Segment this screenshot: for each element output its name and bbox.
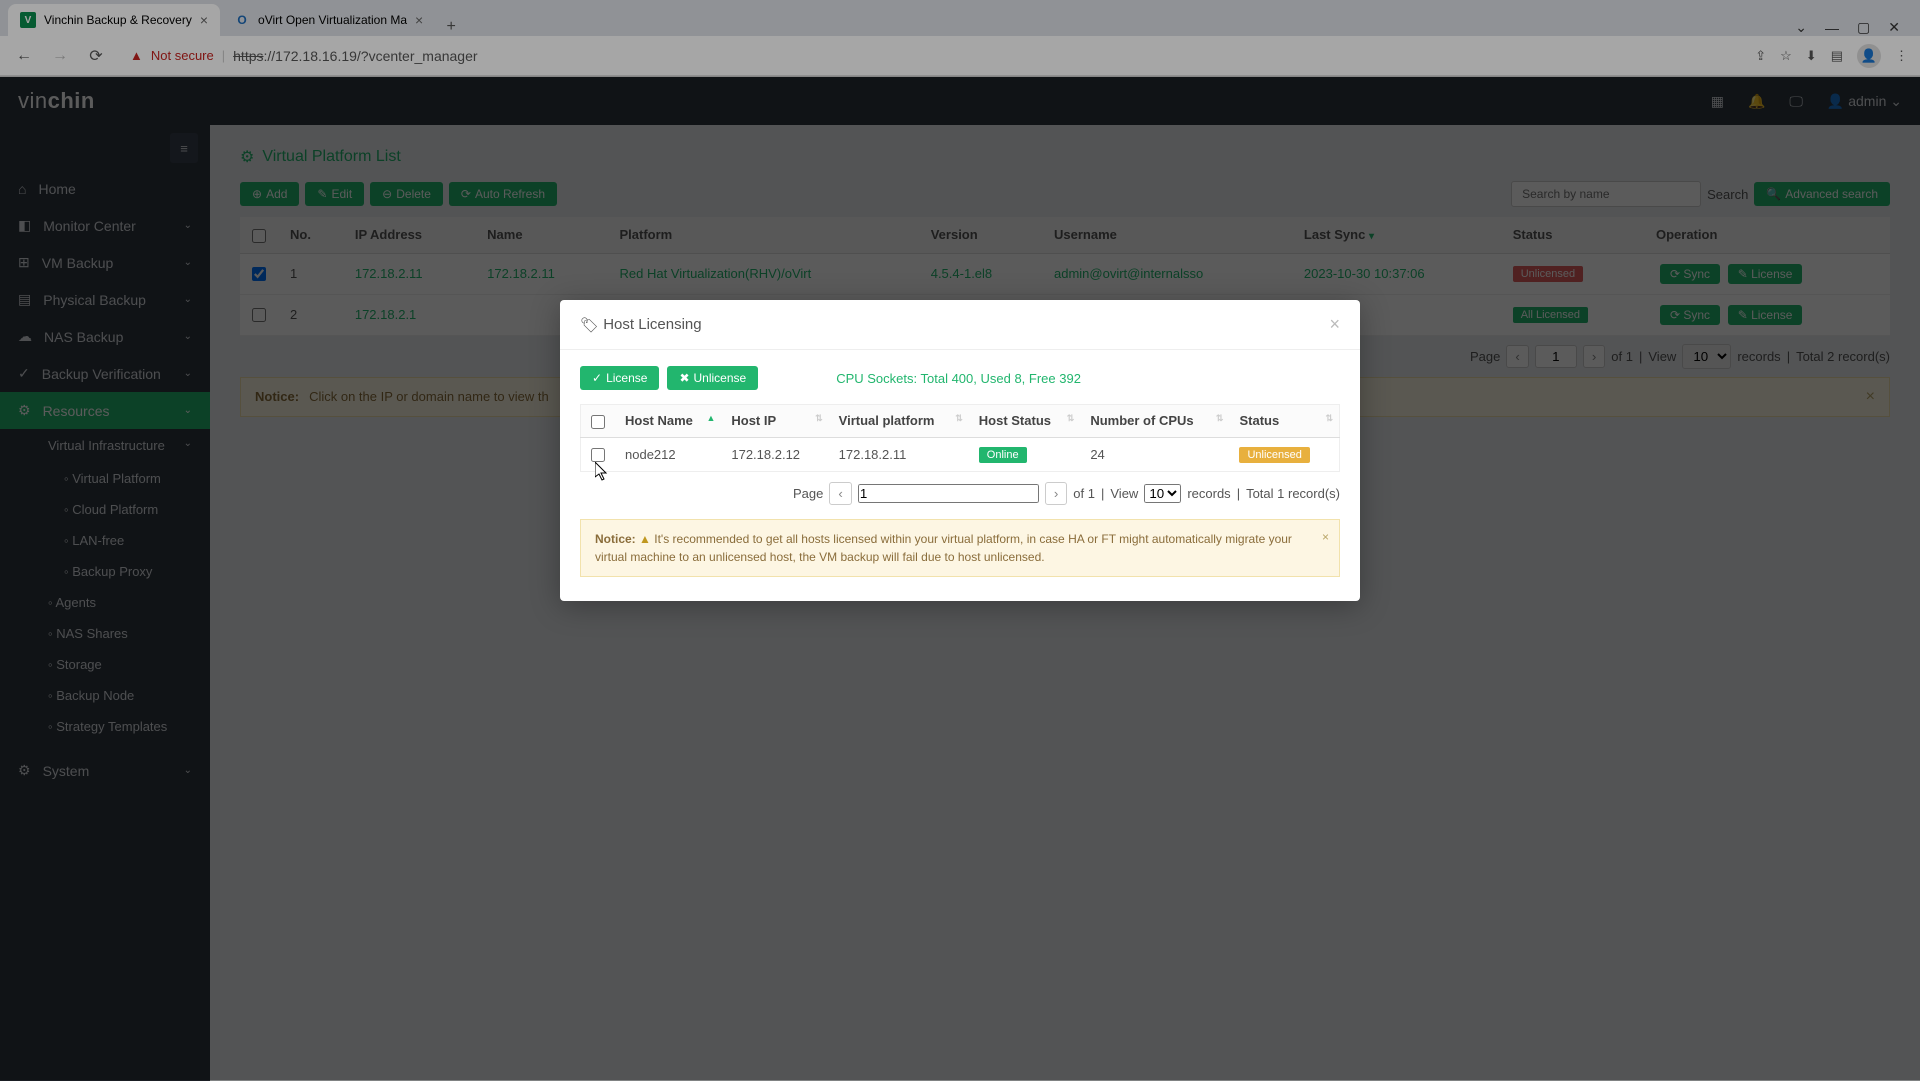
select-all-checkbox[interactable] [591,415,605,429]
next-page-button[interactable]: › [1045,482,1067,505]
license-icon: 🏷 [580,316,599,334]
host-licensing-modal: 🏷 Host Licensing × ✓ License ✖ Unlicense… [560,300,1360,601]
cpu-sockets-info: CPU Sockets: Total 400, Used 8, Free 392 [836,371,1081,386]
modal-notice: Notice: ▲ It's recommended to get all ho… [580,519,1340,577]
col-vplatform[interactable]: Virtual platform⇅ [829,405,969,438]
col-status[interactable]: Status⇅ [1229,405,1339,438]
table-row[interactable]: node212 172.18.2.12 172.18.2.11 Online 2… [581,437,1340,471]
host-table: Host Name▲ Host IP⇅ Virtual platform⇅ Ho… [580,404,1340,472]
warning-icon: ▲ [639,532,651,546]
unlicense-button[interactable]: ✖ Unlicense [667,366,758,390]
license-button[interactable]: ✓ License [580,366,659,390]
col-hoststatus[interactable]: Host Status⇅ [969,405,1081,438]
row-checkbox[interactable] [591,448,605,462]
page-input[interactable] [858,484,1039,503]
license-badge: Unlicensed [1239,447,1309,463]
status-badge: Online [979,447,1027,463]
close-icon[interactable]: × [1322,528,1329,546]
modal-title: Host Licensing [603,316,701,333]
prev-page-button[interactable]: ‹ [829,482,851,505]
page-size-select[interactable]: 10 [1144,484,1181,503]
modal-pager: Page ‹ › of 1 | View 10 records | Total … [580,472,1340,519]
close-icon[interactable]: × [1329,314,1340,335]
col-hostip[interactable]: Host IP⇅ [721,405,828,438]
col-cpus[interactable]: Number of CPUs⇅ [1080,405,1229,438]
col-hostname[interactable]: Host Name▲ [615,405,721,438]
